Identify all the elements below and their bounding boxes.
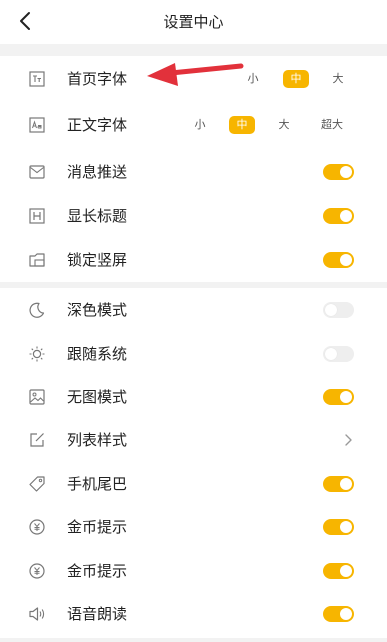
- page-title: 设置中心: [163, 13, 224, 31]
- setting-row-long-title: 显长标题: [0, 196, 387, 236]
- phone-tail-toggle[interactable]: [323, 476, 354, 492]
- setting-label: 语音朗读: [67, 605, 128, 623]
- screen-lock-icon: [29, 253, 45, 267]
- setting-label: 深色模式: [67, 301, 128, 319]
- long-title-toggle[interactable]: [323, 208, 354, 224]
- image-icon: [29, 389, 45, 405]
- push-toggle[interactable]: [323, 164, 354, 180]
- size-option-extra-large[interactable]: 超大: [317, 116, 347, 134]
- setting-label: 显长标题: [67, 207, 128, 225]
- speaker-icon: [29, 607, 45, 621]
- setting-row-coin-tip: 金币提示: [0, 507, 387, 547]
- heading-icon: [29, 208, 45, 224]
- setting-label: 金币提示: [67, 518, 128, 536]
- text-icon: [29, 117, 45, 133]
- header-bar: 设置中心: [0, 0, 387, 44]
- setting-row-no-image: 无图模式: [0, 377, 387, 417]
- font-size-icon: [29, 71, 45, 87]
- setting-row-push: 消息推送: [0, 152, 387, 192]
- size-option-large[interactable]: 大: [276, 116, 292, 134]
- sun-icon: [29, 346, 45, 362]
- size-option-large[interactable]: 大: [330, 70, 346, 88]
- moon-icon: [29, 302, 45, 318]
- setting-row-coin-tip: 金币提示: [0, 551, 387, 591]
- setting-row-list-style[interactable]: 列表样式: [0, 420, 387, 460]
- annotation-arrow-icon: [147, 63, 244, 86]
- setting-label: 无图模式: [67, 388, 128, 406]
- voice-read-toggle[interactable]: [323, 606, 354, 622]
- setting-row-body-font: 正文字体 小 中 大 超大: [0, 105, 387, 145]
- no-image-toggle[interactable]: [323, 389, 354, 405]
- setting-row-lock-portrait: 锁定竖屏: [0, 240, 387, 280]
- setting-label: 正文字体: [67, 116, 128, 134]
- setting-label: 消息推送: [67, 163, 128, 181]
- setting-row-follow-system: 跟随系统: [0, 334, 387, 374]
- coin-icon: [29, 563, 45, 579]
- setting-label: 锁定竖屏: [67, 251, 128, 269]
- general-settings-section: 深色模式 跟随系统 无图模式 列表样式 手机尾巴 金币提示 金币提示 语音朗读: [0, 288, 387, 638]
- setting-label: 手机尾巴: [67, 475, 128, 493]
- setting-row-phone-tail: 手机尾巴: [0, 464, 387, 504]
- mail-icon: [29, 165, 45, 179]
- size-option-medium[interactable]: 中: [229, 116, 255, 134]
- edit-icon: [30, 433, 44, 447]
- tag-icon: [29, 476, 45, 492]
- size-option-small[interactable]: 小: [245, 70, 261, 88]
- follow-system-toggle[interactable]: [323, 346, 354, 362]
- size-option-small[interactable]: 小: [192, 116, 208, 134]
- dark-mode-toggle[interactable]: [323, 302, 354, 318]
- setting-row-voice-read: 语音朗读: [0, 594, 387, 634]
- coin-icon: [29, 519, 45, 535]
- setting-label: 列表样式: [67, 431, 128, 449]
- coin-tip-toggle[interactable]: [323, 519, 354, 535]
- lock-portrait-toggle[interactable]: [323, 252, 354, 268]
- setting-label: 首页字体: [67, 70, 128, 88]
- chevron-right-icon[interactable]: [342, 433, 354, 447]
- coin-tip-toggle[interactable]: [323, 563, 354, 579]
- size-option-medium[interactable]: 中: [283, 70, 309, 88]
- setting-label: 跟随系统: [67, 345, 128, 363]
- setting-row-dark-mode: 深色模式: [0, 290, 387, 330]
- setting-label: 金币提示: [67, 562, 128, 580]
